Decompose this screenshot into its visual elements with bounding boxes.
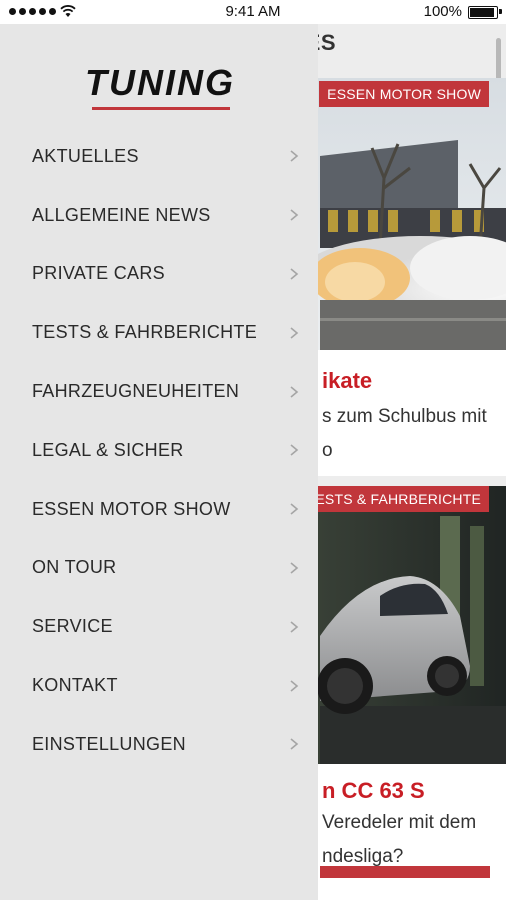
chevron-right-icon: [290, 738, 299, 750]
menu-item-tests-fahrberichte[interactable]: TESTS & FAHRBERICHTE: [0, 303, 318, 362]
chevron-right-icon: [290, 385, 299, 398]
article-title[interactable]: ikate: [322, 368, 494, 394]
chevron-right-icon: [290, 562, 299, 574]
chevron-right-icon: [290, 327, 299, 339]
teaser-line: s zum Schulbus mit: [322, 406, 487, 427]
teaser-line: o: [322, 440, 333, 461]
drawer-menu: AKTUELLES ALLGEMEINE NEWS PRIVATE CARS TEST…: [0, 127, 318, 774]
menu-item-essen-motor-show[interactable]: ESSEN MOTOR SHOW: [0, 480, 318, 539]
menu-item-label: LEGAL & SICHER: [32, 439, 184, 460]
menu-item-einstellungen[interactable]: EINSTELLUNGEN: [0, 715, 318, 774]
menu-item-label: AKTUELLES: [32, 145, 139, 166]
article-teaser: s zum Schulbus mit o: [322, 400, 494, 468]
menu-item-label: PRIVATE CARS: [32, 263, 165, 284]
category-badge[interactable]: ESSEN MOTOR SHOW: [319, 81, 489, 107]
chevron-right-icon: [290, 150, 299, 163]
chevron-right-icon: [290, 268, 299, 280]
battery-tip: [499, 9, 502, 14]
menu-item-allgemeine-news[interactable]: ALLGEMEINE NEWS: [0, 186, 318, 245]
status-bar: 9:41 AM 100%: [0, 0, 506, 24]
menu-item-label: KONTAKT: [32, 675, 118, 696]
menu-item-label: FAHRZEUGNEUHEITEN: [32, 381, 240, 402]
article-teaser: Veredeler mit dem ndesliga?: [322, 806, 494, 874]
menu-item-label: ON TOUR: [32, 557, 117, 578]
teaser-line: Veredeler mit dem: [322, 812, 477, 833]
menu-item-label: ALLGEMEINE NEWS: [32, 204, 211, 225]
menu-item-label: TESTS & FAHRBERICHTE: [32, 322, 258, 343]
menu-item-legal-sicher[interactable]: LEGAL & SICHER: [0, 421, 318, 480]
battery-icon: [468, 6, 498, 19]
menu-item-service[interactable]: SERVICE: [0, 597, 318, 656]
tuning-logo[interactable]: TUNING: [60, 62, 260, 110]
chevron-right-icon: [290, 209, 299, 221]
chevron-right-icon: [290, 679, 299, 692]
chevron-right-icon: [290, 621, 299, 633]
menu-item-fahrzeugneuheiten[interactable]: FAHRZEUGNEUHEITEN: [0, 362, 318, 421]
chevron-right-icon: [290, 503, 299, 515]
logo-text: TUNING: [85, 62, 235, 103]
menu-item-kontakt[interactable]: KONTAKT: [0, 656, 318, 715]
menu-item-label: ESSEN MOTOR SHOW: [32, 498, 231, 519]
navigation-drawer[interactable]: TUNING AKTUELLES ALLGEMEINE NEWS PRIVATE C…: [0, 24, 318, 900]
chevron-right-icon: [290, 444, 299, 456]
logo-underline: [92, 107, 230, 110]
menu-item-aktuelles[interactable]: AKTUELLES: [0, 127, 318, 186]
article-title[interactable]: n CC 63 S: [322, 778, 494, 804]
menu-item-private-cars[interactable]: PRIVATE CARS: [0, 245, 318, 304]
scrollbar[interactable]: [496, 38, 501, 80]
category-badge[interactable]: TESTS & FAHRBERICHTE: [298, 486, 489, 512]
menu-item-label: EINSTELLUNGEN: [32, 733, 186, 754]
menu-item-on-tour[interactable]: ON TOUR: [0, 539, 318, 598]
menu-item-label: SERVICE: [32, 616, 113, 637]
battery-percent: 100%: [423, 3, 462, 20]
next-card-badge-peek: [320, 866, 490, 878]
